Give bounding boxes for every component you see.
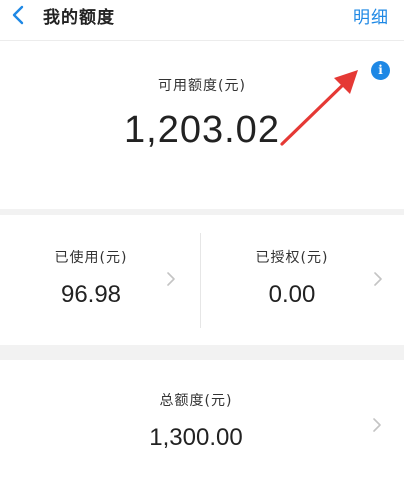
total-quota-value: 1,300.00	[149, 424, 243, 451]
chevron-left-icon[interactable]	[8, 4, 30, 26]
quota-screen: 我的额度 明细 i 可用额度(元) 1,203.02 已使用(元) 96.98 …	[0, 0, 404, 478]
used-quota-label: 已使用(元)	[54, 250, 128, 266]
quota-breakdown-row: 已使用(元) 96.98 已授权(元) 0.00	[0, 215, 404, 345]
chevron-right-icon	[167, 272, 175, 286]
used-quota-cell[interactable]: 已使用(元) 96.98	[0, 215, 201, 345]
detail-link[interactable]: 明细	[353, 3, 389, 28]
available-quota-label: 可用额度(元)	[158, 78, 246, 94]
authorized-quota-value: 0.00	[268, 281, 316, 308]
chevron-right-icon	[373, 418, 381, 432]
header-bar: 我的额度 明细	[0, 0, 404, 41]
available-quota-section: i 可用额度(元) 1,203.02	[0, 41, 404, 209]
authorized-quota-cell[interactable]: 已授权(元) 0.00	[201, 215, 402, 345]
total-quota-section[interactable]: 总额度(元) 1,300.00	[0, 360, 404, 478]
authorized-quota-label: 已授权(元)	[255, 250, 329, 266]
section-divider	[0, 345, 404, 360]
total-quota-label: 总额度(元)	[159, 393, 233, 409]
page-title: 我的额度	[43, 8, 115, 28]
available-quota-amount: 1,203.02	[124, 109, 280, 151]
chevron-right-icon	[374, 272, 382, 286]
used-quota-value: 96.98	[60, 281, 122, 308]
